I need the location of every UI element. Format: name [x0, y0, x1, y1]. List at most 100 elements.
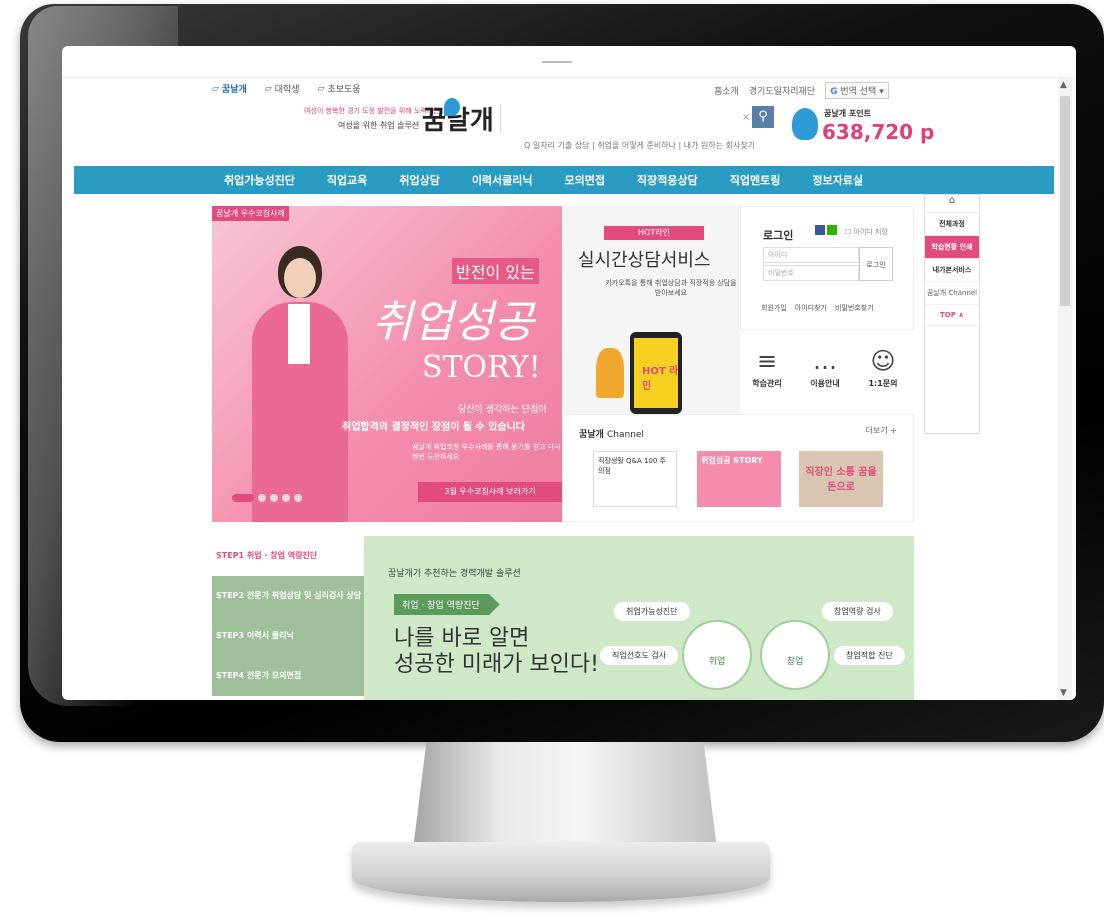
inquiry-button[interactable]: ☺ 1:1문의 — [858, 344, 908, 389]
solution-bubble[interactable]: 창업적합 진단 — [834, 646, 905, 665]
monitor-stage: ▲ ▼ ▱ 꿈날개 ▱ 대학생 ▱ 초보도움 홈소개 경기도일자리재단 G 번역… — [0, 0, 1104, 918]
search-keywords[interactable]: Q 일자리 기출 상담 | 취업을 어떻게 준비하나 | 내가 원하는 회사찾기 — [524, 140, 755, 151]
monitor-stand — [352, 842, 770, 902]
monitor-screen: ▲ ▼ ▱ 꿈날개 ▱ 대학생 ▱ 초보도움 홈소개 경기도일자리재단 G 번역… — [62, 46, 1076, 700]
channel-more-link[interactable]: 더보기 + — [866, 425, 897, 436]
hotline-title: 실시간상담서비스 — [578, 250, 711, 271]
person-icon: ☺ — [870, 347, 896, 375]
hero-sub-1: 당신이 생각하는 단점이 — [458, 405, 547, 415]
solution-bubble[interactable]: 직업선호도 검사 — [600, 646, 679, 665]
phone-icon: HOT 라인 — [630, 332, 682, 414]
top-button[interactable]: TOP ∧ — [925, 305, 979, 326]
nav-item[interactable]: 정보자료실 — [812, 172, 863, 188]
channel-thumb[interactable]: 취업성공 STORY — [697, 451, 781, 507]
hero-sub-2: 취업합격의 결정적인 장점이 될 수 있습니다 — [342, 422, 526, 433]
quick-item[interactable]: 학습현황 인쇄 — [925, 236, 979, 259]
hero-woman-image — [248, 246, 348, 522]
header-divider — [500, 104, 501, 134]
hero-sub-3: 꿈날개 취업코칭 우수사례를 통해 용기를 얻고 다시 한번 도전하세요 — [412, 443, 561, 461]
util-tab-beginner[interactable]: ▱ 초보도움 — [318, 82, 361, 96]
solution-bubble[interactable]: 창업역량 검사 — [822, 602, 893, 621]
solution-headline-2: 성공한 미래가 보인다! — [394, 652, 599, 677]
search-button[interactable]: ⚲ — [752, 106, 774, 128]
learning-button[interactable]: ≡ 학습관리 — [742, 344, 792, 389]
hotline-character-image — [596, 348, 624, 398]
find-password-link[interactable]: 비밀번호찾기 — [835, 303, 874, 313]
nav-item[interactable]: 취업상담 — [399, 172, 439, 188]
solution-pill: 취업 · 창업 역량진단 — [394, 594, 500, 615]
logo-subtitle: 여성을 위한 취업 솔루션 — [338, 121, 420, 130]
quick-item[interactable]: 내가본서비스 — [925, 259, 979, 282]
solution-subtitle: 꿈날개가 추천하는 경력개발 솔루션 — [388, 569, 521, 579]
hotline-badge: HOT라인 — [604, 226, 704, 240]
step-list: STEP1 취업 · 창업 역량진단 STEP2 전문가 취업상담 및 심리검사… — [212, 536, 364, 700]
guide-button[interactable]: … 이용안내 — [800, 344, 850, 389]
channel-thumb[interactable]: 직장인 소통 꿈을 돈으로 — [799, 451, 883, 507]
naver-icon[interactable] — [827, 225, 837, 235]
clear-icon[interactable]: × — [742, 112, 750, 123]
hero-tag: 꿈날개 우수코칭사례 — [212, 206, 289, 221]
channel-thumb[interactable]: 직장생활 Q&A 100 주의점 — [593, 451, 677, 507]
nav-item[interactable]: 직업멘토링 — [730, 172, 781, 188]
hero-cta-button[interactable]: 3월 우수코칭사례 보러가기 — [418, 482, 562, 502]
nav-item[interactable]: 모의면접 — [565, 172, 605, 188]
logo-drop-icon — [444, 98, 460, 116]
login-panel: 로그인 ☐ 아이디 저장 아이디 비밀번호 로그인 회원가입 아이디찾기 비밀번… — [740, 206, 914, 330]
scroll-down-icon[interactable]: ▼ — [1060, 688, 1067, 698]
points-label: 꿈날개 포인트 — [824, 109, 871, 118]
facebook-icon[interactable] — [815, 225, 825, 235]
util-link-foundation[interactable]: 경기도일자리재단 — [749, 84, 815, 97]
carousel-dots[interactable] — [232, 494, 302, 502]
nav-item[interactable]: 직업교육 — [327, 172, 367, 188]
save-id-checkbox[interactable]: ☐ 아이디 저장 — [845, 227, 888, 237]
home-icon[interactable]: ⌂ — [925, 195, 979, 213]
hero-headline-3: STORY! — [422, 350, 541, 385]
nav-item[interactable]: 이력서클리닉 — [472, 172, 533, 188]
util-tab-main[interactable]: ▱ 꿈날개 — [212, 82, 247, 96]
vertical-scrollbar[interactable]: ▲ ▼ — [1058, 78, 1072, 700]
step-tab[interactable]: STEP2 전문가 취업상담 및 심리검사 상담 — [212, 576, 364, 616]
password-input[interactable]: 비밀번호 — [763, 265, 859, 281]
learning-icon: ≡ — [756, 347, 778, 375]
login-links: 회원가입 아이디찾기 비밀번호찾기 — [761, 303, 874, 313]
login-button[interactable]: 로그인 — [859, 247, 893, 281]
solution-bubble[interactable]: 취업가능성진단 — [614, 602, 690, 621]
search-box: × ⚲ — [742, 106, 774, 128]
hotline-panel[interactable]: HOT라인 실시간상담서비스 카카오톡을 통해 취업상담과 직장적응 상담을 받… — [562, 206, 740, 414]
nav-item[interactable]: 취업가능성진단 — [224, 172, 295, 188]
scroll-up-icon[interactable]: ▲ — [1060, 80, 1067, 90]
step-tab[interactable]: STEP4 전문가 모의면접 — [212, 656, 364, 696]
id-input[interactable]: 아이디 — [763, 247, 859, 263]
quick-item[interactable]: 꿈날개 Channel — [925, 282, 979, 305]
step-tab[interactable]: STEP1 취업 · 창업 역량진단 — [212, 536, 364, 576]
screen-top-strip — [62, 46, 1076, 78]
channel-panel: 꿈날개 Channel 더보기 + 직장생활 Q&A 100 주의점 취업성공 … — [562, 414, 914, 522]
hero-headline-1: 반전이 있는 — [452, 258, 539, 284]
startup-circle[interactable]: 창업 — [760, 620, 830, 690]
channel-title: 꿈날개 Channel — [579, 430, 644, 440]
translate-select[interactable]: G 번역 선택 ▾ — [825, 82, 889, 99]
hero-headline-2: 취업성공 — [372, 297, 534, 348]
job-circle[interactable]: 취업 — [682, 620, 752, 690]
nav-item[interactable]: 직장적응상담 — [637, 172, 698, 188]
points-icon — [792, 108, 818, 140]
chat-icon: … — [813, 347, 837, 375]
quick-menu: ⌂ 전체과정 학습현황 인쇄 내가본서비스 꿈날개 Channel TOP ∧ — [924, 194, 980, 434]
hero-banner[interactable]: 꿈날개 우수코칭사례 반전이 있는 취업성공 STORY! 당신이 생각하는 단… — [212, 206, 562, 522]
scroll-thumb[interactable] — [1060, 96, 1070, 306]
step-tab[interactable]: STEP3 이력서 클리닉 — [212, 616, 364, 656]
util-tab-college[interactable]: ▱ 대학생 — [265, 82, 300, 96]
global-nav: 취업가능성진단 직업교육 취업상담 이력서클리닉 모의면접 직장적응상담 직업멘… — [74, 166, 1054, 194]
hotline-desc: 카카오톡을 통해 취업상담과 직장적응 상담을 받아보세요 — [605, 279, 737, 297]
util-link-intro[interactable]: 홈소개 — [714, 84, 739, 97]
site-logo[interactable]: 여성이 행복한 경기 도정 발전을 위해 노력하는 여성을 위한 취업 솔루션 … — [304, 98, 494, 140]
points-widget[interactable]: 꿈날개 포인트 638,720 p — [792, 102, 942, 148]
quick-item[interactable]: 전체과정 — [925, 213, 979, 236]
browser-viewport: ▲ ▼ ▱ 꿈날개 ▱ 대학생 ▱ 초보도움 홈소개 경기도일자리재단 G 번역… — [62, 78, 1076, 700]
points-value: 638,720 p — [822, 120, 935, 144]
util-tabs: ▱ 꿈날개 ▱ 대학생 ▱ 초보도움 — [212, 82, 361, 96]
signup-link[interactable]: 회원가입 — [761, 303, 787, 313]
find-id-link[interactable]: 아이디찾기 — [795, 303, 827, 313]
login-title: 로그인 — [763, 229, 794, 242]
logo-tagline: 여성이 행복한 경기 도정 발전을 위해 노력하는 — [304, 107, 440, 115]
